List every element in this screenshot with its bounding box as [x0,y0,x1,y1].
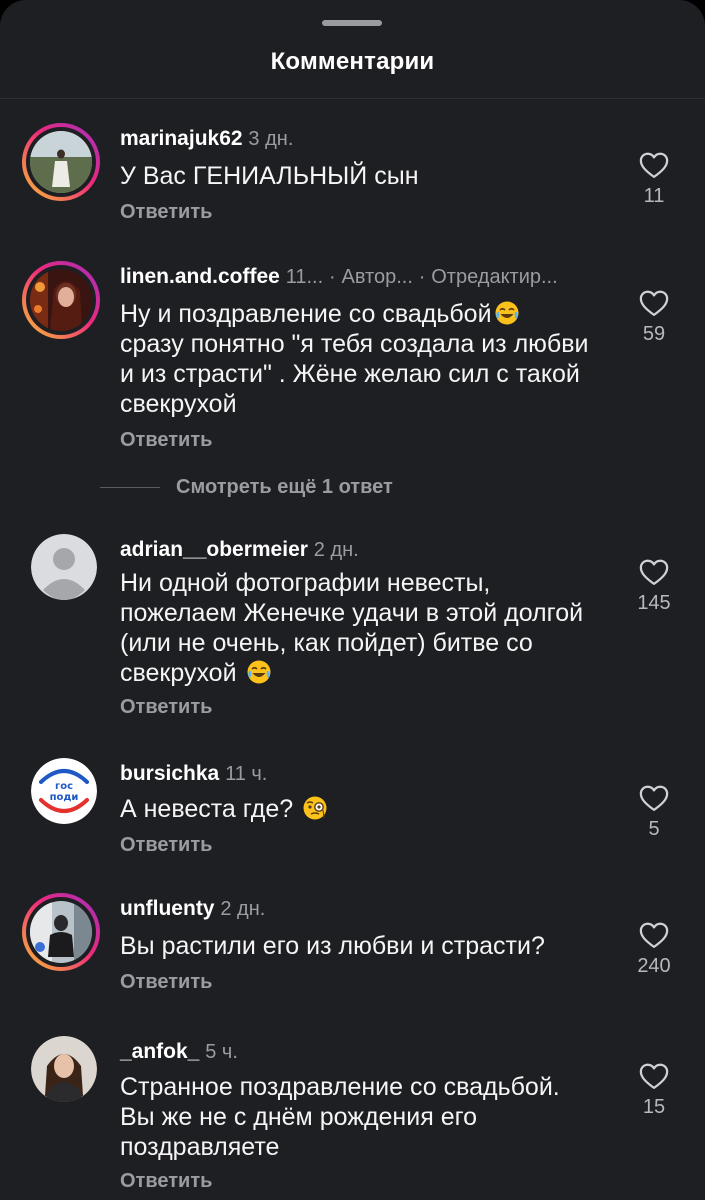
like-button[interactable]: 11 [620,151,688,208]
heart-outline-icon [639,785,669,811]
avatar-story-ring[interactable] [22,123,100,201]
avatar-logo-text: поди [50,792,79,803]
comment-text: А невеста где? [120,794,600,824]
like-count: 11 [643,185,665,207]
comment-time: 2 дн. [313,539,359,561]
comment-meta: _anfok_ 5 ч. [120,1040,238,1064]
comment-username[interactable]: bursichka [120,762,219,785]
heart-outline-icon [639,152,669,178]
gosuslugi-logo-avatar: гос поди [31,758,97,824]
comment-username[interactable]: linen.and.coffee [120,265,280,288]
avatar-story-ring[interactable] [22,261,100,339]
like-count: 5 [648,818,660,840]
avatar[interactable] [31,1036,97,1102]
sheet-drag-handle[interactable] [322,20,382,26]
comment-text-part: А невеста где? [120,795,294,823]
sheet-title: Комментарии [270,48,435,75]
comment-meta: adrian__obermeier 2 дн. [120,538,359,562]
like-button[interactable]: 5 [620,784,688,841]
reply-button[interactable]: Ответить [120,971,212,994]
reply-button[interactable]: Ответить [120,429,212,452]
comment-text: Вы растили его из любви и страсти? [120,932,545,960]
comment-text: Ну и поздравление со свадьбой сразу поня… [120,299,600,419]
meta-separator: · [418,266,426,288]
header-divider [0,98,705,99]
comments-sheet: Комментарии marinajuk62 3 дн. У Вас ГЕНИ… [0,0,705,1200]
avatar-default[interactable] [31,534,97,600]
tears-of-joy-emoji-icon [495,301,519,325]
reply-button[interactable]: Ответить [120,1170,212,1193]
like-count: 145 [637,592,671,614]
tears-of-joy-emoji-icon [247,660,271,684]
comment-text-part: Ни одной фотографии невесты, пожелаем Же… [120,569,584,687]
heart-outline-icon [639,922,669,948]
like-button[interactable]: 240 [620,921,688,978]
comment-username[interactable]: unfluenty [120,897,215,920]
comment-meta: unfluenty 2 дн. [120,897,265,921]
like-button[interactable]: 15 [620,1062,688,1119]
default-avatar-icon [31,534,97,600]
heart-outline-icon [639,290,669,316]
avatar-story-ring[interactable] [22,893,100,971]
view-replies-label: Смотреть ещё 1 ответ [176,476,393,498]
edited-label: Отредактир... [431,266,558,288]
like-count: 240 [637,955,671,977]
comment-time: 11... [285,266,324,288]
avatar-logo-text: гос [55,781,73,792]
avatar [30,901,92,963]
like-button[interactable]: 59 [620,289,688,346]
comment-username[interactable]: marinajuk62 [120,127,243,150]
comment-username[interactable]: _anfok_ [120,1040,199,1063]
comment-text: Странное поздравление со свадьбой. Вы же… [120,1073,560,1161]
avatar[interactable]: гос поди [31,758,97,824]
comment-meta: marinajuk62 3 дн. [120,127,293,151]
like-count: 15 [642,1096,666,1118]
comment-time: 3 дн. [248,128,294,150]
avatar [30,269,92,331]
comment-time: 11 ч. [225,763,268,785]
author-badge: Автор... [341,266,413,288]
monocle-emoji-icon [303,796,327,820]
like-count: 59 [642,323,666,345]
comment-username[interactable]: adrian__obermeier [120,538,308,561]
comment-meta: bursichka 11 ч. [120,762,267,786]
view-more-replies-button[interactable]: Смотреть ещё 1 ответ [100,476,393,499]
like-button[interactable]: 145 [620,558,688,615]
heart-outline-icon [639,1063,669,1089]
comment-text: У Вас ГЕНИАЛЬНЫЙ сын [120,162,419,190]
reply-button[interactable]: Ответить [120,201,212,224]
comment-text: Ни одной фотографии невесты, пожелаем Же… [120,568,600,688]
heart-outline-icon [639,559,669,585]
reply-button[interactable]: Ответить [120,834,212,857]
comment-text-part: Ну и поздравление со свадьбой [120,300,492,328]
reply-button[interactable]: Ответить [120,696,212,719]
meta-separator: · [328,266,336,288]
replies-divider-line [100,487,160,488]
comment-time: 2 дн. [220,898,266,920]
avatar [30,131,92,193]
comment-time: 5 ч. [205,1041,238,1063]
comment-text-part: сразу понятно "я тебя создала из любви и… [120,330,589,418]
comment-meta: linen.and.coffee 11... · Автор... · Отре… [120,265,558,289]
